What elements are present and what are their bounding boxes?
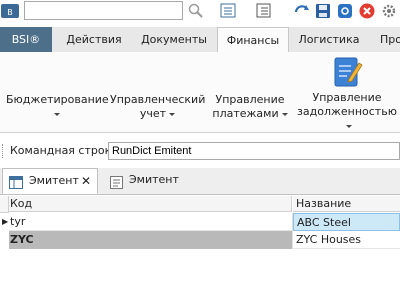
chevron-down-icon (169, 112, 176, 116)
mgmt-accounting-button[interactable]: Управленческий учет (110, 93, 205, 121)
refresh-icon[interactable] (293, 2, 311, 20)
ribbon-tab-bar: BSI® Действия Документы Финансы Логистик… (0, 27, 400, 53)
search-icon[interactable] (187, 2, 205, 20)
close-icon[interactable] (358, 2, 376, 20)
row-indicator-icon: ▶ (2, 217, 9, 226)
doc-tab-emitent-active[interactable]: Эмитент ✕ (2, 168, 98, 194)
close-icon[interactable]: ✕ (81, 169, 91, 193)
cell-name[interactable]: ABC Steel (293, 213, 400, 231)
sync-icon[interactable] (336, 2, 354, 20)
grip-handle (2, 144, 5, 158)
doc-tab-label: Эмитент (29, 174, 79, 187)
tab-bsi-menu[interactable]: BSI® (0, 27, 52, 52)
row-header-corner (0, 196, 9, 213)
chevron-down-icon (53, 112, 60, 116)
chevron-down-icon (345, 124, 352, 128)
table-row[interactable]: ▶ tyr ABC Steel (0, 213, 400, 231)
cell-name[interactable]: ZYC Houses (293, 231, 400, 249)
payments-label-2: платежами (212, 107, 279, 120)
mgmt-accounting-label-1: Управленческий (110, 93, 206, 106)
command-line-row: Командная строка (0, 140, 400, 162)
doc-tab-label: Эмитент (129, 173, 179, 186)
numbered-list-icon[interactable] (256, 2, 274, 20)
doc-tab-emitent[interactable]: Эмитент (100, 168, 182, 194)
cell-code[interactable]: ZYC (9, 231, 293, 249)
column-header-name[interactable]: Название (293, 196, 400, 212)
tab-finance[interactable]: Финансы (217, 27, 289, 53)
debts-label-2: задолженностью (297, 105, 397, 118)
table-row[interactable]: ZYC ZYC Houses (0, 231, 400, 249)
debts-label-1: Управление (312, 91, 382, 104)
data-grid: Код Название ▶ tyr ABC Steel ZYC ZYC Hou… (0, 196, 400, 299)
list-view-icon[interactable] (220, 2, 238, 20)
column-header-code[interactable]: Код (9, 196, 292, 212)
quick-access-toolbar: B (0, 0, 400, 24)
command-line-label: Командная строка (10, 144, 118, 157)
tab-actions[interactable]: Действия (58, 27, 130, 52)
debts-button[interactable]: Управление задолженностью (294, 55, 400, 133)
payments-label-1: Управление (215, 93, 285, 106)
payments-button[interactable]: Управление платежами (210, 93, 290, 121)
budgeting-label: Бюджетирование (6, 93, 109, 106)
document-tabs: Эмитент ✕ Эмитент (0, 168, 400, 195)
chevron-down-icon (281, 112, 288, 116)
tab-more[interactable]: Про (370, 27, 400, 52)
save-icon[interactable] (314, 2, 332, 20)
svg-text:B: B (7, 8, 13, 17)
command-line-input[interactable] (108, 142, 400, 160)
grid-table-icon (9, 174, 23, 198)
document-edit-icon (294, 55, 400, 91)
search-input[interactable] (24, 1, 183, 20)
cell-code[interactable]: tyr (9, 213, 293, 231)
logo-icon: B (1, 2, 21, 20)
ribbon-panel: Бюджетирование Управленческий учет Управ… (0, 52, 400, 133)
list-edit-icon (110, 174, 124, 198)
row-indicator (0, 231, 9, 249)
settings-icon[interactable] (380, 2, 398, 20)
mgmt-accounting-label-2: учет (139, 107, 167, 120)
tab-logistics[interactable]: Логистика (293, 27, 365, 52)
budgeting-button[interactable]: Бюджетирование (6, 93, 109, 121)
tab-documents[interactable]: Документы (134, 27, 214, 52)
